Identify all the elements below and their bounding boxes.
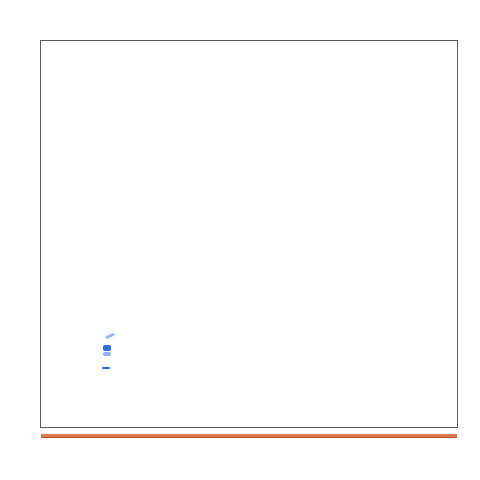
bottom-orange-strip — [41, 423, 457, 438]
image-canvas — [0, 0, 480, 480]
blue-mark-middle-soft — [103, 352, 111, 356]
blue-mark-middle — [103, 345, 111, 351]
framed-image-area — [40, 40, 458, 438]
blue-smudge-marks — [102, 333, 115, 369]
blue-mark-bottom — [102, 367, 110, 369]
blue-mark-top — [105, 333, 115, 339]
bottom-orange-strip-shadow — [41, 437, 457, 438]
